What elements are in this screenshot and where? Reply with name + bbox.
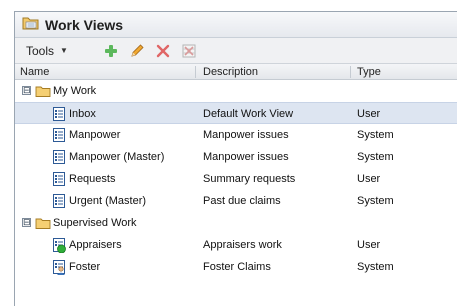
row-description: Appraisers work: [203, 239, 282, 251]
row-name: Manpower: [69, 129, 121, 141]
delete-button[interactable]: [153, 41, 173, 61]
row-name: Appraisers: [69, 239, 122, 251]
tools-menu-label: Tools: [26, 43, 55, 58]
chevron-down-icon: ▼: [60, 46, 68, 55]
group-label: Supervised Work: [53, 217, 137, 229]
column-header: Name Description Type: [15, 64, 457, 80]
toolbar: Tools ▼: [15, 38, 457, 64]
panel-title: Work Views: [45, 16, 124, 33]
work-view-icon: [53, 128, 65, 142]
pencil-icon: [131, 43, 144, 57]
delete-column-button[interactable]: [179, 41, 199, 61]
row-type: System: [357, 129, 394, 141]
folder-icon: [35, 86, 51, 97]
row-type: System: [357, 261, 394, 273]
row-type: User: [357, 173, 381, 185]
table-row-appraisers[interactable]: Appraisers Appraisers work User: [15, 234, 457, 256]
tools-menu[interactable]: Tools ▼: [23, 42, 71, 60]
grid-delete-icon: [182, 44, 196, 57]
row-name: Requests: [69, 173, 116, 185]
row-type: User: [357, 239, 381, 251]
group-row-my-work[interactable]: ⊟ My Work: [15, 80, 457, 102]
table-row-inbox[interactable]: Inbox Default Work View User: [15, 102, 457, 124]
row-description: Foster Claims: [203, 261, 271, 273]
row-description: Default Work View: [203, 108, 294, 120]
supervised-view-person-icon: [53, 260, 65, 275]
collapse-icon[interactable]: ⊟: [22, 86, 31, 95]
row-name: Inbox: [69, 108, 96, 120]
row-description: Summary requests: [203, 173, 296, 185]
group-label: My Work: [53, 85, 97, 97]
table-row-manpower[interactable]: Manpower Manpower issues System: [15, 124, 457, 146]
work-view-icon: [53, 107, 65, 121]
row-description: Past due claims: [203, 195, 281, 207]
add-button[interactable]: [101, 41, 121, 61]
work-views-panel: Work Views Tools ▼ Name Description Type…: [14, 11, 457, 306]
row-type: User: [357, 108, 381, 120]
supervised-view-green-icon: [53, 238, 66, 253]
delete-icon: [156, 44, 170, 57]
row-name: Foster: [69, 261, 101, 273]
work-view-icon: [53, 194, 65, 208]
work-view-icon: [53, 172, 65, 186]
row-type: System: [357, 151, 394, 163]
work-views-tree: ⊟ My Work Inbox Default Work View User M…: [15, 80, 457, 278]
row-name: Urgent (Master): [69, 195, 147, 207]
row-description: Manpower issues: [203, 129, 289, 141]
column-header-description[interactable]: Description: [203, 66, 258, 78]
table-row-foster[interactable]: Foster Foster Claims System: [15, 256, 457, 278]
collapse-icon[interactable]: ⊟: [22, 218, 31, 227]
add-icon: [104, 44, 117, 57]
folder-icon: [35, 218, 51, 229]
group-row-supervised-work[interactable]: ⊟ Supervised Work: [15, 212, 457, 234]
row-type: System: [357, 195, 394, 207]
row-description: Manpower issues: [203, 151, 289, 163]
panel-titlebar: Work Views: [15, 12, 457, 38]
work-view-icon: [53, 150, 65, 164]
row-name: Manpower (Master): [69, 151, 165, 163]
column-divider[interactable]: [195, 66, 196, 78]
column-header-name[interactable]: Name: [20, 66, 49, 78]
edit-button[interactable]: [127, 41, 147, 61]
table-row-manpower-master[interactable]: Manpower (Master) Manpower issues System: [15, 146, 457, 168]
table-row-urgent-master[interactable]: Urgent (Master) Past due claims System: [15, 190, 457, 212]
table-row-requests[interactable]: Requests Summary requests User: [15, 168, 457, 190]
folder-views-icon: [22, 15, 40, 34]
column-header-type[interactable]: Type: [357, 66, 381, 78]
column-divider[interactable]: [350, 66, 351, 78]
